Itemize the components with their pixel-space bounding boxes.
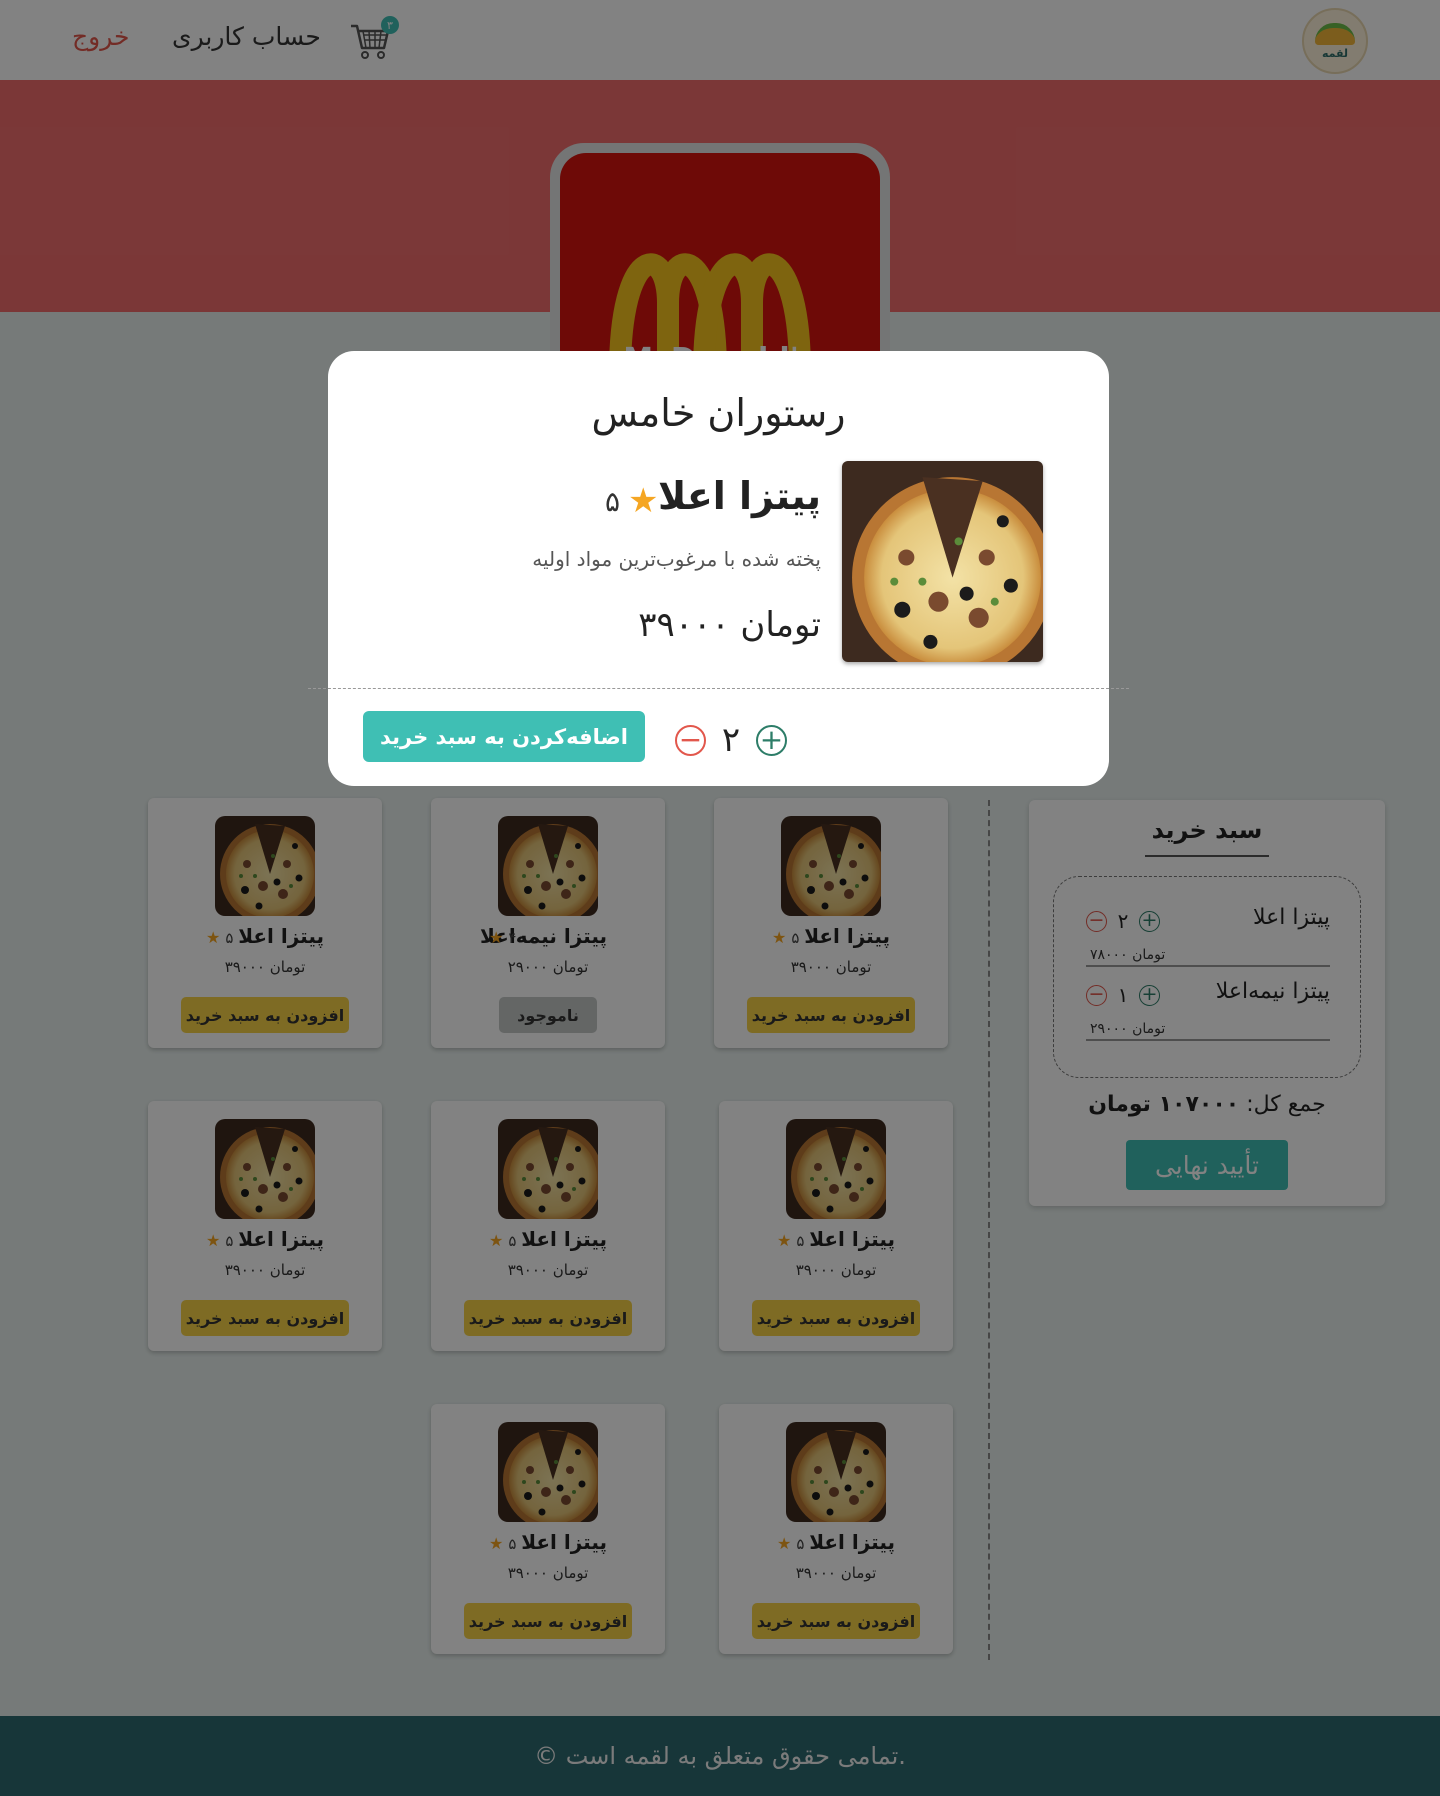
plus-circle-icon[interactable]: +: [756, 724, 787, 756]
modal-rating: ۵ ★: [605, 481, 659, 521]
modal-quantity-control: − ۲ +: [675, 720, 787, 760]
modal-divider: [308, 688, 1129, 689]
food-image: [842, 461, 1043, 662]
food-detail-modal: رستوران خامس پیتزا اعلا ۵ ★ پخته شده با …: [308, 351, 1129, 786]
modal-overlay[interactable]: [0, 0, 1440, 1796]
modal-rating-value: ۵: [605, 484, 621, 518]
modal-food-name: پیتزا اعلا: [657, 474, 821, 518]
minus-circle-icon[interactable]: −: [675, 724, 706, 756]
modal-food-description: پخته شده با مرغوب‌ترین مواد اولیه: [532, 547, 821, 571]
modal-quantity: ۲: [721, 720, 741, 760]
add-to-cart-button[interactable]: اضافه‌کردن به سبد خرید: [363, 711, 645, 762]
modal-restaurant-title: رستوران خامس: [591, 391, 846, 435]
star-icon: ★: [628, 481, 659, 521]
modal-food-price: ۳۹۰۰۰ تومان: [638, 605, 821, 645]
